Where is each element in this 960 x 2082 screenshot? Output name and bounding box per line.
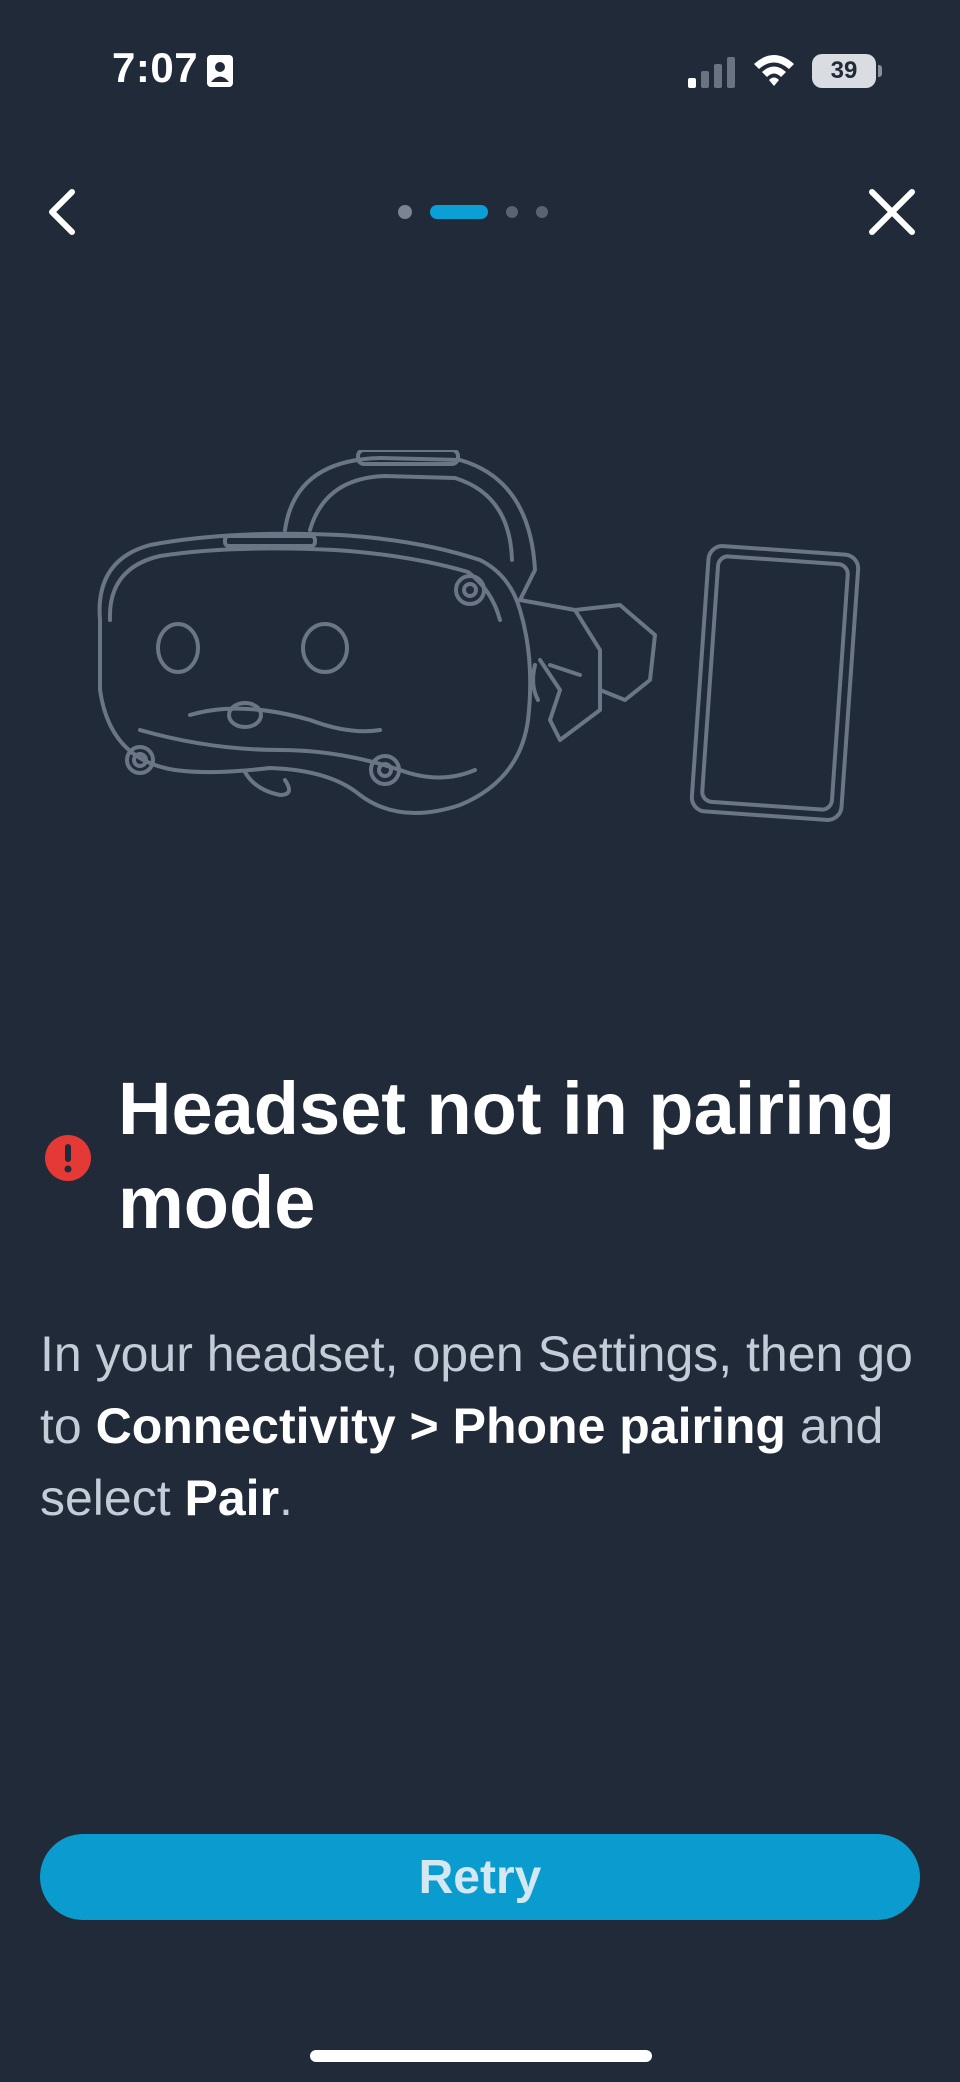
headset-and-phone-illustration — [97, 450, 861, 822]
step-dot — [398, 205, 412, 219]
instructions-action: Pair — [184, 1470, 280, 1526]
exclamation-circle-icon — [45, 1135, 91, 1181]
battery-indicator: 39 — [812, 54, 876, 88]
instructions-part: . — [279, 1470, 293, 1526]
chevron-left-icon — [49, 189, 75, 235]
contact-card-icon — [207, 55, 233, 87]
page-title: Headset not in pairing mode — [118, 1067, 896, 1244]
instructions-path: Connectivity > Phone pairing — [95, 1398, 786, 1454]
back-button[interactable] — [34, 172, 94, 252]
close-icon — [869, 189, 915, 235]
close-button[interactable] — [862, 180, 922, 244]
step-progress-indicator — [398, 204, 566, 220]
retry-button[interactable]: Retry — [40, 1834, 920, 1920]
status-time: 7:07 — [112, 44, 199, 91]
cellular-signal-icon — [688, 57, 735, 88]
status-bar: 7:07 39 — [0, 0, 960, 140]
instructions-text: In your headset, open Settings, then go … — [40, 1318, 930, 1534]
battery-nub — [878, 65, 882, 77]
pairing-error-screen: 7:07 39 Headset not in pairing mode In y… — [0, 0, 960, 2082]
step-dot — [506, 206, 518, 218]
home-indicator[interactable] — [310, 2050, 652, 2062]
step-dot-active — [430, 205, 488, 219]
wifi-icon — [754, 55, 794, 86]
battery-level: 39 — [830, 57, 858, 84]
step-dot — [536, 206, 548, 218]
